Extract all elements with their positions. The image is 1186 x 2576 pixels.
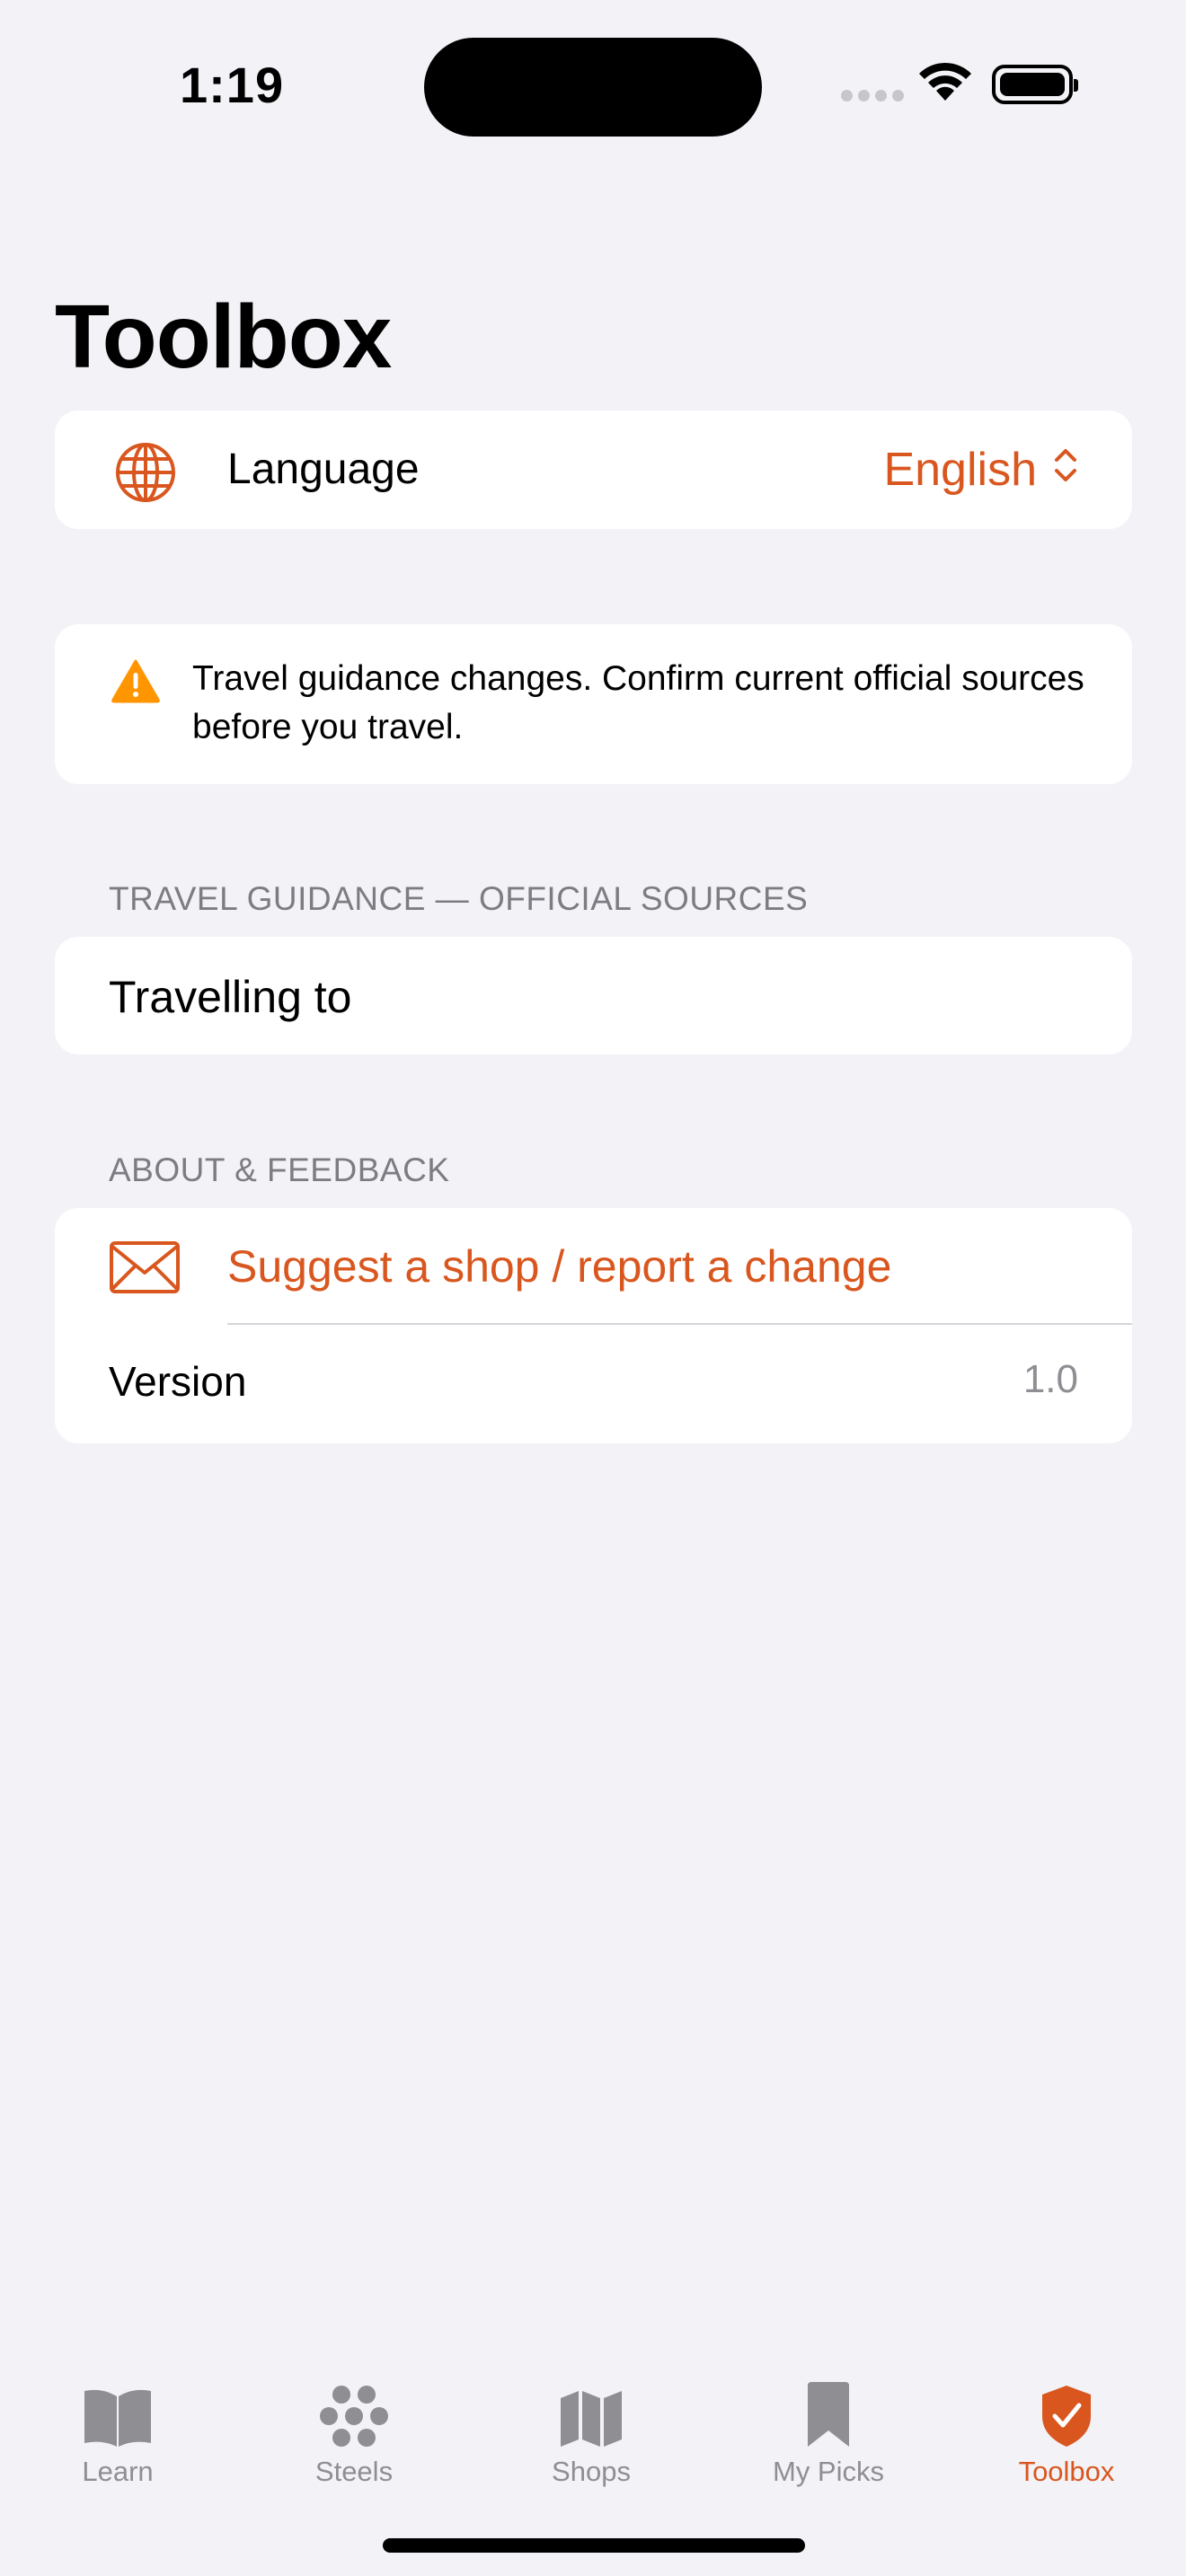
suggest-shop-row[interactable]: Suggest a shop / report a change [55, 1208, 1132, 1323]
tab-toolbox[interactable]: Toolbox [977, 2368, 1156, 2488]
language-row[interactable]: Language English [55, 410, 1132, 529]
language-value: English [883, 444, 1037, 496]
battery-icon [992, 65, 1078, 104]
warning-triangle-icon [111, 658, 161, 708]
tab-my-picks[interactable]: My Picks [739, 2368, 918, 2488]
travelling-to-label: Travelling to [109, 972, 352, 1022]
chevron-up-down-icon [1053, 443, 1078, 497]
tab-label: Learn [82, 2456, 154, 2487]
tab-label: Toolbox [1018, 2456, 1115, 2487]
cellular-signal-icon [841, 90, 909, 106]
tab-learn[interactable]: Learn [28, 2368, 208, 2488]
wifi-icon [916, 61, 974, 107]
row-divider [227, 1323, 1132, 1325]
travel-warning-notice: Travel guidance changes. Confirm current… [55, 624, 1132, 784]
section-header-about: ABOUT & FEEDBACK [109, 1151, 450, 1188]
version-value: 1.0 [1022, 1357, 1078, 1401]
status-time: 1:19 [180, 57, 285, 113]
home-indicator[interactable] [383, 2538, 805, 2553]
checkmark-shield-icon [977, 2368, 1156, 2448]
bookmark-icon [739, 2368, 918, 2448]
about-feedback-group: Suggest a shop / report a change Version… [55, 1208, 1132, 1443]
book-icon [28, 2368, 208, 2448]
hexagon-cluster-icon [264, 2368, 444, 2448]
page-title: Toolbox [55, 287, 392, 387]
travelling-to-row[interactable]: Travelling to [55, 937, 1132, 1054]
tab-shops[interactable]: Shops [501, 2368, 681, 2488]
language-label: Language [227, 446, 420, 493]
tab-label: My Picks [773, 2456, 884, 2487]
language-picker[interactable]: English [883, 443, 1078, 497]
envelope-icon [109, 1240, 181, 1299]
tab-steels[interactable]: Steels [264, 2368, 444, 2488]
tab-label: Shops [552, 2456, 631, 2487]
warning-text: Travel guidance changes. Confirm current… [192, 659, 1084, 746]
suggest-shop-label: Suggest a shop / report a change [227, 1241, 892, 1292]
map-icon [501, 2368, 681, 2448]
tab-label: Steels [314, 2456, 394, 2487]
dynamic-island [424, 38, 762, 137]
section-header-travel: TRAVEL GUIDANCE — OFFICIAL SOURCES [109, 880, 809, 917]
globe-icon [114, 441, 177, 508]
version-label: Version [109, 1358, 247, 1405]
